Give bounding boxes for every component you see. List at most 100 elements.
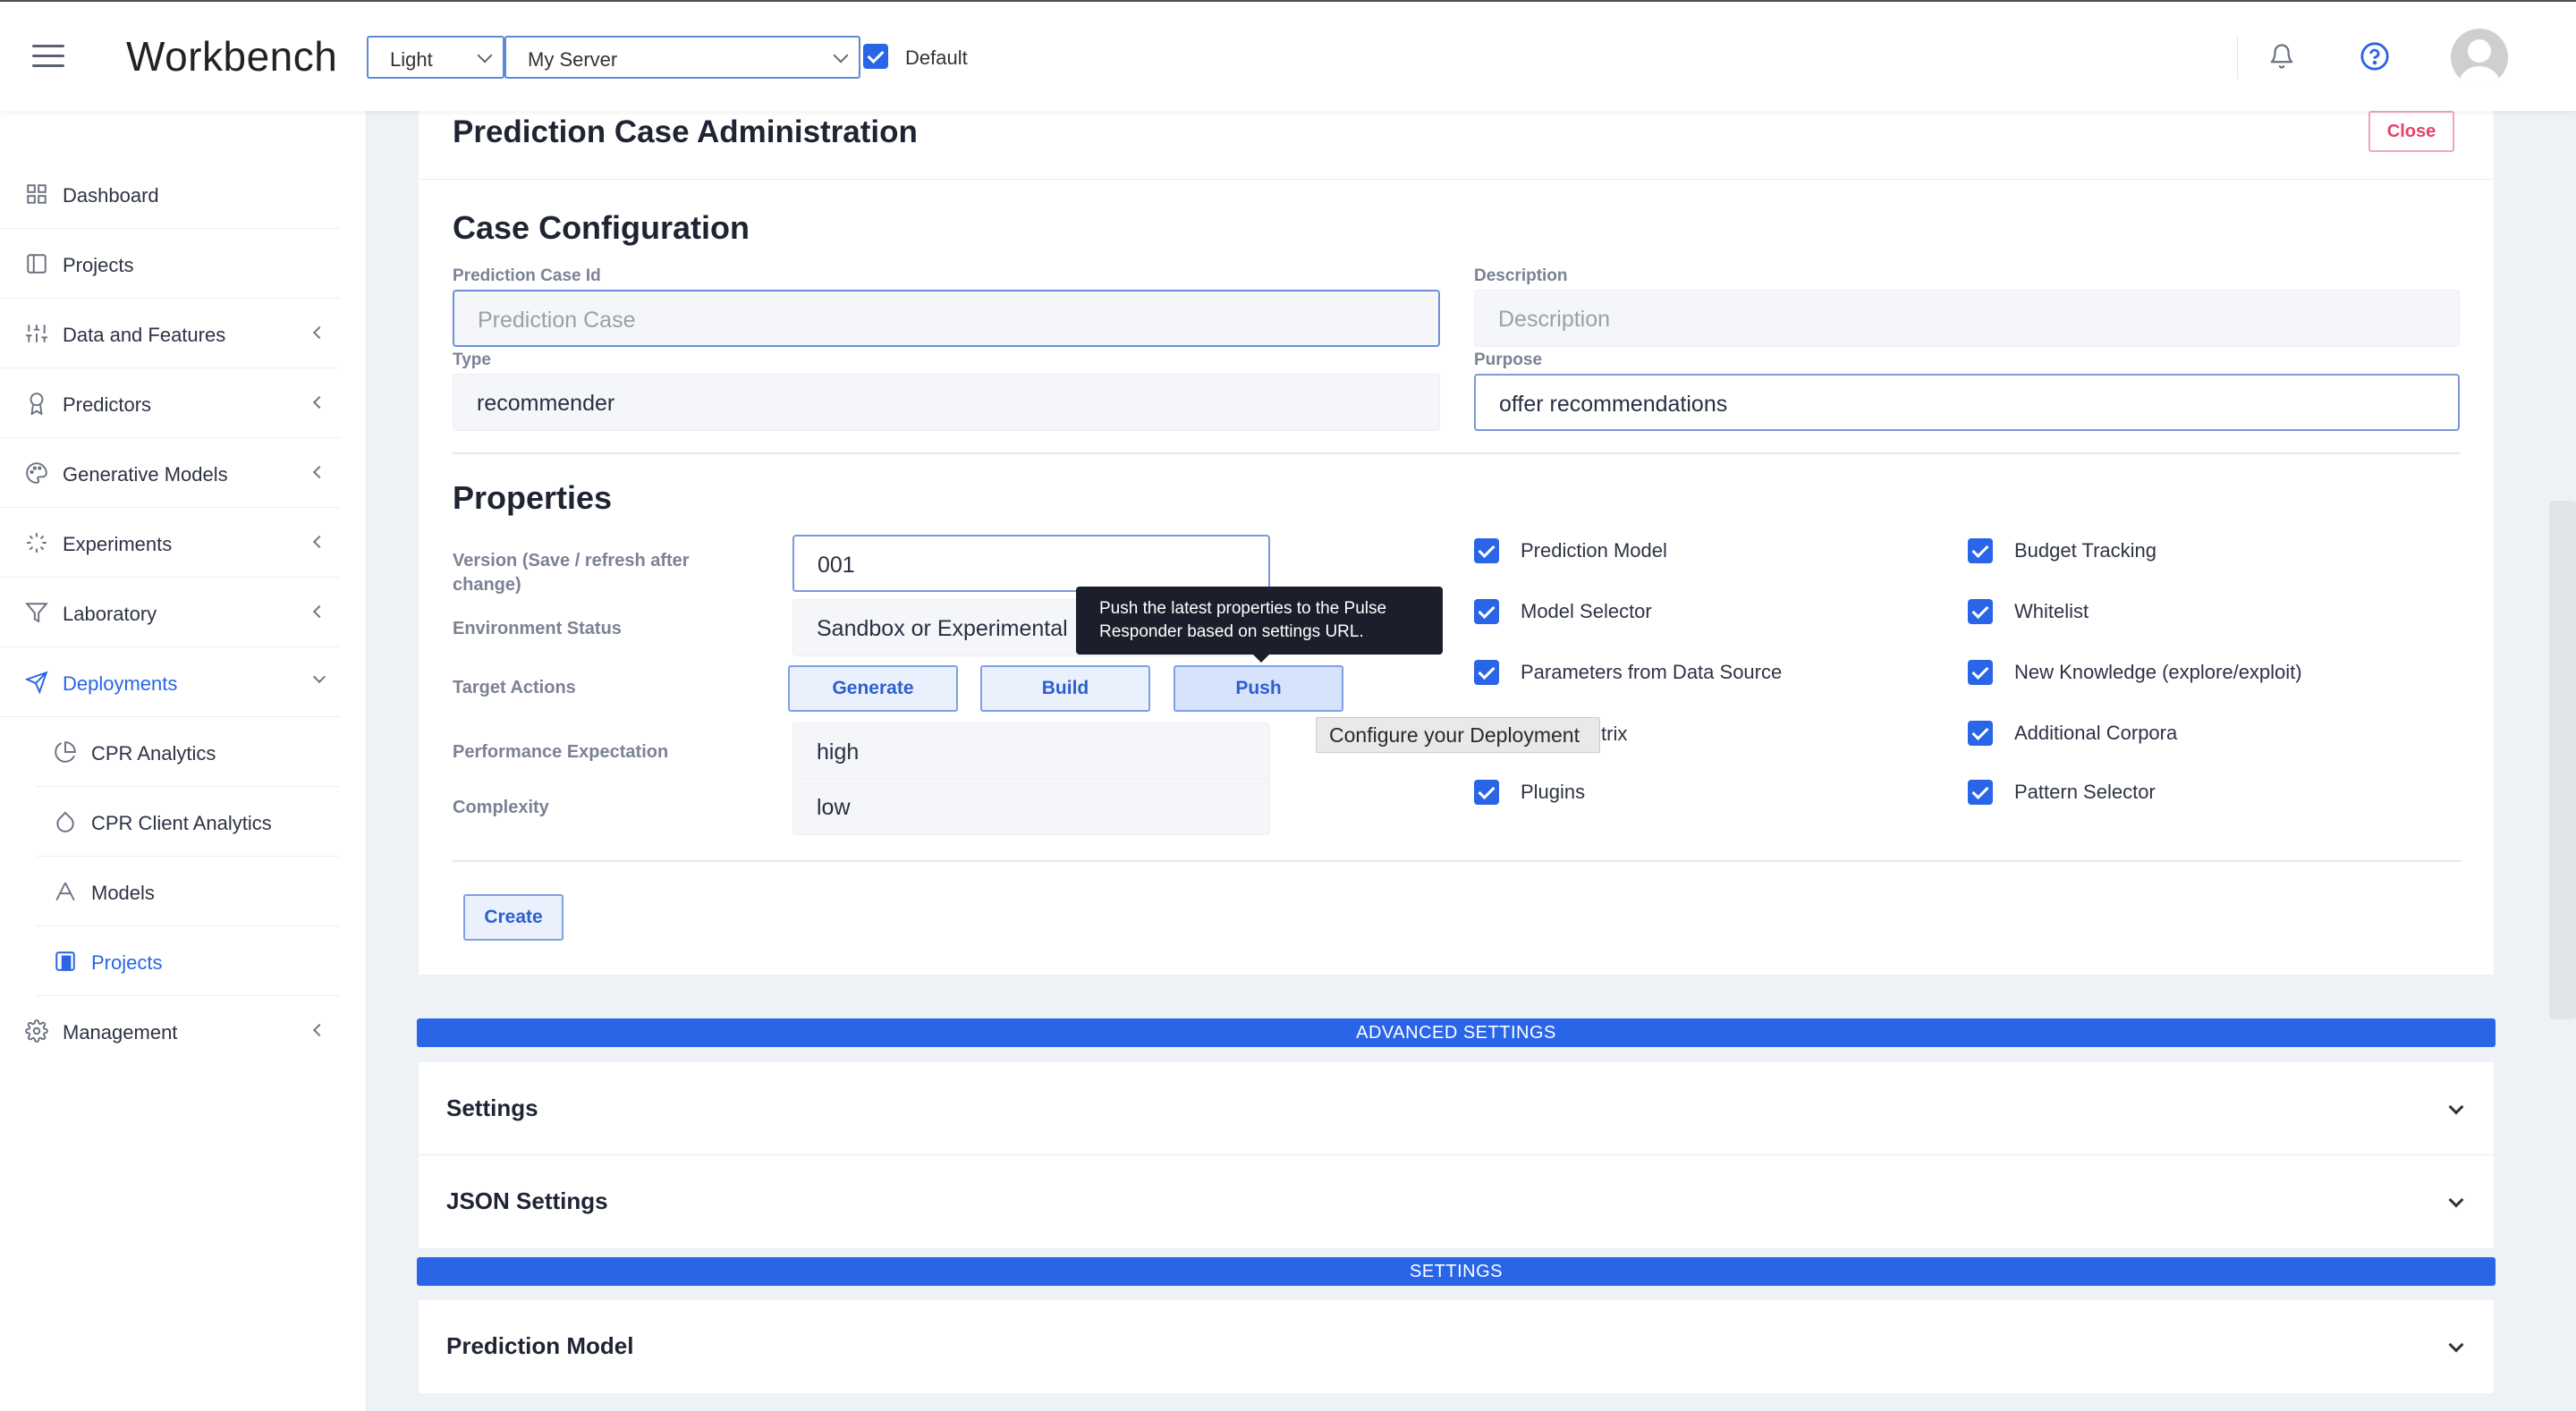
json-settings-panel[interactable]: JSON Settings	[419, 1155, 2494, 1248]
panel-title: Prediction Model	[446, 1332, 634, 1359]
page-title: Prediction Case Administration	[453, 114, 918, 149]
version-label: Version (Save / refresh after change)	[453, 551, 690, 595]
settings-panel[interactable]: Settings	[419, 1062, 2494, 1155]
prediction-model-panel[interactable]: Prediction Model	[419, 1300, 2494, 1393]
check-icon	[1474, 538, 1499, 563]
whitelist-checkbox[interactable]: Whitelist	[1968, 599, 2089, 629]
checkbox-label: New Knowledge (explore/exploit)	[2014, 661, 2302, 683]
sidebar-item-label: CPR Client Analytics	[91, 812, 272, 834]
parameters-from-data-source-checkbox[interactable]: Parameters from Data Source	[1474, 660, 1782, 689]
palette-icon	[26, 462, 47, 484]
sidebar-item-models[interactable]: Models	[36, 857, 340, 926]
sidebar: Dashboard Projects Data and Features Pre…	[0, 111, 367, 1411]
purpose-input[interactable]: offer recommendations	[1474, 374, 2460, 431]
divider	[453, 860, 2462, 862]
chevron-down-icon	[477, 47, 493, 63]
loader-icon	[27, 533, 47, 553]
pattern-selector-checkbox[interactable]: Pattern Selector	[1968, 780, 2156, 809]
sidebar-item-label: Projects	[91, 951, 163, 974]
scrollbar[interactable]	[2549, 501, 2576, 1019]
description-label: Description	[1474, 266, 1568, 285]
generate-button[interactable]: Generate	[788, 665, 958, 712]
award-icon	[30, 393, 44, 415]
chevron-down-icon	[2448, 1192, 2464, 1208]
sidebar-item-label: Dashboard	[63, 184, 159, 207]
checkbox-label: Pattern Selector	[2014, 781, 2156, 803]
check-icon	[1968, 721, 1993, 746]
performance-expectation-input[interactable]: high	[792, 722, 1270, 780]
budget-tracking-checkbox[interactable]: Budget Tracking	[1968, 538, 2157, 568]
sidebar-item-cpr-analytics[interactable]: CPR Analytics	[36, 717, 340, 787]
checkbox-label: trix	[1601, 722, 1628, 745]
sidebar-item-label: Projects	[63, 254, 134, 276]
divider	[453, 452, 2460, 454]
type-input[interactable]: recommender	[453, 374, 1440, 431]
sidebar-item-deployments[interactable]: Deployments	[0, 647, 340, 717]
server-select-value: My Server	[528, 48, 618, 71]
chevron-down-icon	[2448, 1099, 2464, 1115]
type-label: Type	[453, 351, 491, 369]
checkbox-label: Plugins	[1521, 781, 1586, 803]
sidebar-item-management[interactable]: Management	[0, 996, 340, 1066]
configure-deployment-hint: Configure your Deployment	[1316, 717, 1600, 753]
send-icon	[25, 671, 48, 694]
default-checkbox[interactable]	[863, 44, 888, 69]
sidebar-item-generative-models[interactable]: Generative Models	[0, 438, 340, 508]
sidebar-item-cpr-client-analytics[interactable]: CPR Client Analytics	[36, 787, 340, 857]
check-icon	[1968, 660, 1993, 685]
chevron-left-icon	[312, 604, 326, 619]
properties-title: Properties	[453, 479, 613, 516]
prediction-model-checkbox[interactable]: Prediction Model	[1474, 538, 1667, 568]
theme-select-value: Light	[390, 48, 433, 71]
close-button[interactable]: Close	[2368, 111, 2454, 152]
plugins-checkbox[interactable]: Plugins	[1474, 780, 1585, 809]
help-icon[interactable]	[2360, 41, 2390, 72]
sidebar-item-projects[interactable]: Projects	[0, 229, 340, 299]
check-icon	[1474, 780, 1499, 805]
sidebar-item-label: Laboratory	[63, 603, 157, 625]
performance-expectation-label: Performance Expectation	[453, 742, 669, 762]
settings-banner: SETTINGS	[417, 1257, 2496, 1286]
sidebar-item-predictors[interactable]: Predictors	[0, 368, 340, 438]
version-input[interactable]: 001	[792, 535, 1270, 592]
avatar[interactable]	[2451, 29, 2508, 86]
build-button[interactable]: Build	[980, 665, 1150, 712]
case-configuration-title: Case Configuration	[453, 209, 750, 246]
additional-corpora-checkbox[interactable]: Additional Corpora	[1968, 721, 2177, 750]
hamburger-menu-icon[interactable]	[32, 45, 64, 68]
checkbox-label: Additional Corpora	[2014, 722, 2178, 744]
prediction-case-card: Prediction Case Administration Close Cas…	[419, 111, 2494, 975]
complexity-input[interactable]: low	[792, 778, 1270, 835]
panel-title: Settings	[446, 1094, 538, 1121]
sidebar-item-label: Experiments	[63, 533, 173, 555]
create-button[interactable]: Create	[463, 894, 564, 941]
sidebar-item-projects-sub[interactable]: Projects	[36, 926, 340, 996]
bell-icon[interactable]	[2268, 41, 2295, 72]
check-icon	[1968, 780, 1993, 805]
checkbox-label: Budget Tracking	[2014, 539, 2157, 562]
app-title: Workbench	[126, 33, 338, 80]
topbar: Workbench Light My Server Default	[0, 0, 2576, 111]
prediction-case-id-input[interactable]: Prediction Case	[453, 290, 1440, 347]
book-icon	[55, 951, 75, 971]
checkbox-label: Prediction Model	[1521, 539, 1667, 562]
sidebar-item-dashboard[interactable]: Dashboard	[0, 159, 340, 229]
divider	[419, 179, 2494, 180]
book-icon	[27, 254, 47, 274]
theme-select[interactable]: Light	[367, 36, 504, 79]
new-knowledge-checkbox[interactable]: New Knowledge (explore/exploit)	[1968, 660, 2302, 689]
sidebar-item-label: Management	[63, 1021, 178, 1043]
checkbox-label: Model Selector	[1521, 600, 1652, 622]
description-input[interactable]: Description	[1474, 290, 2460, 347]
sidebar-item-experiments[interactable]: Experiments	[0, 508, 340, 578]
chevron-left-icon	[312, 1023, 326, 1037]
check-icon	[1474, 660, 1499, 685]
chevron-left-icon	[312, 465, 326, 479]
server-select[interactable]: My Server	[504, 36, 860, 79]
sidebar-item-data-and-features[interactable]: Data and Features	[0, 299, 340, 368]
model-selector-checkbox[interactable]: Model Selector	[1474, 599, 1652, 629]
filter-icon	[25, 603, 48, 623]
sidebar-item-laboratory[interactable]: Laboratory	[0, 578, 340, 647]
pie-chart-icon	[55, 741, 76, 763]
push-button[interactable]: Push	[1174, 665, 1343, 712]
